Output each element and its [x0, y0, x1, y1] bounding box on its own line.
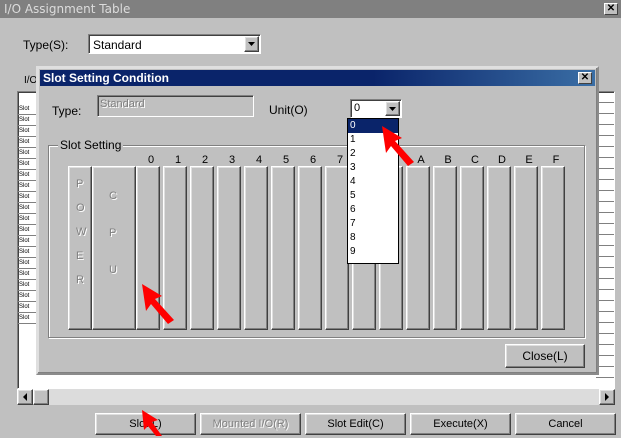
unit-select-button[interactable] — [385, 101, 400, 116]
type-select[interactable]: Standard — [88, 34, 261, 54]
unit-option[interactable]: 8 — [348, 231, 398, 245]
slot-column-A[interactable] — [406, 166, 430, 330]
slot-setting-dialog: Slot Setting Condition ✕ Type: Standard … — [36, 66, 599, 375]
arrow-right-icon — [605, 393, 609, 401]
red-arrow-icon — [382, 126, 414, 166]
row-header-cell[interactable]: Slot — [18, 170, 38, 181]
dialog-title-bar: Slot Setting Condition ✕ — [40, 70, 595, 86]
cpu-letter: C — [109, 190, 117, 202]
slot-number-2: 2 — [201, 154, 209, 166]
dialog-close-button[interactable]: ✕ — [578, 72, 592, 84]
unit-option[interactable]: 9 — [348, 245, 398, 259]
slot-setting-group: Slot Setting 0123456789ABCDEF POWER CPU — [48, 138, 585, 338]
slot-column-B[interactable] — [433, 166, 457, 330]
type-select-value: Standard — [93, 38, 142, 52]
type-select-button[interactable] — [244, 36, 259, 52]
red-arrow-icon — [142, 410, 162, 436]
scroll-left-button[interactable] — [17, 389, 33, 405]
row-header-cell[interactable]: Slot — [18, 236, 38, 247]
slot-column-4[interactable] — [244, 166, 268, 330]
slot-column-C[interactable] — [460, 166, 484, 330]
close-icon: ✕ — [580, 72, 590, 83]
row-header-cell[interactable]: Slot — [18, 115, 38, 126]
chevron-down-icon — [248, 42, 255, 46]
main-close-button[interactable]: ✕ — [604, 3, 618, 15]
unit-option[interactable]: 6 — [348, 203, 398, 217]
dialog-type-value: Standard — [100, 98, 145, 110]
slot-number-D: D — [498, 154, 506, 166]
row-header-cell[interactable]: Slot — [18, 148, 38, 159]
slot-column-5[interactable] — [271, 166, 295, 330]
row-header-cell[interactable]: Slot — [18, 280, 38, 291]
slot-number-3: 3 — [228, 154, 236, 166]
slot-number-5: 5 — [282, 154, 290, 166]
row-header-cell[interactable]: Slot — [18, 181, 38, 192]
power-letter: E — [76, 250, 84, 262]
slot-number-C: C — [471, 154, 479, 166]
row-header-cell[interactable]: Slot — [18, 126, 38, 137]
unit-select[interactable]: 0 — [350, 99, 402, 118]
row-header-cell[interactable]: Slot — [18, 159, 38, 170]
cpu-slot: C P U — [92, 166, 136, 330]
close-icon: ✕ — [606, 3, 616, 14]
slot-number-F: F — [552, 154, 560, 166]
power-letter: W — [76, 226, 87, 238]
unit-option[interactable]: 7 — [348, 217, 398, 231]
dialog-type-label: Type: — [52, 104, 82, 118]
cancel-button[interactable]: Cancel — [515, 413, 616, 435]
main-title-bar: I/O Assignment Table ✕ — [0, 0, 621, 18]
row-header-cell[interactable]: Slot — [18, 225, 38, 236]
unit-label: Unit(O) — [269, 103, 308, 117]
unit-select-value: 0 — [354, 102, 361, 114]
row-header-cell[interactable]: Slot — [18, 313, 38, 324]
scroll-right-button[interactable] — [599, 389, 615, 405]
cpu-letter: U — [109, 264, 117, 276]
slot-number-6: 6 — [309, 154, 317, 166]
slot-number-4: 4 — [255, 154, 263, 166]
slot-column-3[interactable] — [217, 166, 241, 330]
main-title: I/O Assignment Table — [4, 2, 131, 16]
slot-column-F[interactable] — [541, 166, 565, 330]
type-label: Type(S): — [23, 38, 69, 52]
close-button[interactable]: Close(L) — [505, 344, 585, 368]
row-header-cell[interactable]: Slot — [18, 214, 38, 225]
slot-setting-label: Slot Setting — [58, 138, 124, 152]
io-table-row-header-col: Slot Slot Slot Slot Slot Slot Slot Slot Slot Slot… — [18, 104, 38, 324]
slot-edit-button[interactable]: Slot Edit(C) — [305, 413, 406, 435]
scroll-thumb[interactable] — [33, 389, 49, 405]
row-header-cell[interactable]: Slot — [18, 302, 38, 313]
power-letter: R — [76, 274, 84, 286]
slot-number-0: 0 — [147, 154, 155, 166]
row-header-cell[interactable]: Slot — [18, 269, 38, 280]
mounted-io-button[interactable]: Mounted I/O(R) — [200, 413, 301, 435]
row-header-cell[interactable]: Slot — [18, 247, 38, 258]
power-letter: P — [76, 178, 84, 190]
unit-option[interactable]: 5 — [348, 189, 398, 203]
dialog-title: Slot Setting Condition — [43, 71, 169, 85]
row-header-cell[interactable]: Slot — [18, 192, 38, 203]
chevron-down-icon — [389, 107, 396, 111]
horizontal-scrollbar[interactable] — [17, 389, 615, 405]
slot-number-1: 1 — [174, 154, 182, 166]
slot-number-E: E — [525, 154, 533, 166]
row-header-cell[interactable]: Slot — [18, 291, 38, 302]
slot-column-E[interactable] — [514, 166, 538, 330]
row-header-cell[interactable]: Slot — [18, 203, 38, 214]
slot-column-2[interactable] — [190, 166, 214, 330]
power-slot: POWER — [68, 166, 92, 330]
power-letter: O — [76, 202, 85, 214]
execute-button[interactable]: Execute(X) — [410, 413, 511, 435]
row-header-cell[interactable]: Slot — [18, 137, 38, 148]
slot-column-D[interactable] — [487, 166, 511, 330]
cpu-letter: P — [109, 227, 117, 239]
slot-number-B: B — [444, 154, 452, 166]
slot-column-7[interactable] — [325, 166, 349, 330]
arrow-left-icon — [23, 393, 27, 401]
row-header-cell[interactable]: Slot — [18, 258, 38, 269]
dialog-type-field: Standard — [97, 95, 254, 117]
red-arrow-icon — [142, 284, 174, 324]
row-header-cell[interactable]: Slot — [18, 104, 38, 115]
unit-option[interactable]: 4 — [348, 175, 398, 189]
slot-column-6[interactable] — [298, 166, 322, 330]
